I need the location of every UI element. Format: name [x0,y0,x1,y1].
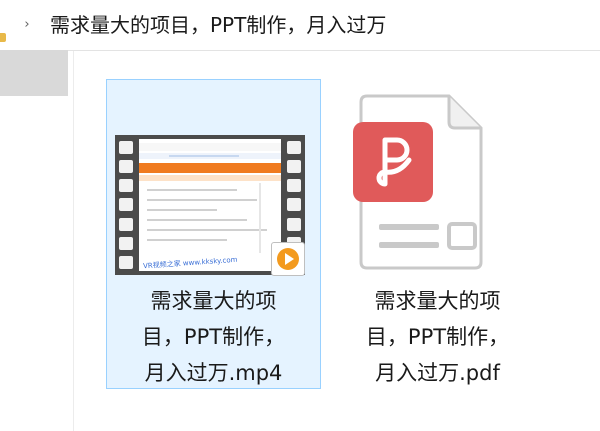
video-thumbnail-icon: VR视频之家 www.kksky.com [115,135,307,276]
nav-pane-selected-item[interactable] [0,50,68,96]
folder-icon [0,33,6,42]
file-name-label[interactable]: 需求量大的项 目，PPT制作， 月入过万.pdf [331,283,544,391]
media-player-badge-icon [271,242,305,276]
breadcrumb-chevron-icon[interactable]: › [20,17,34,33]
file-item-video[interactable]: VR视频之家 www.kksky.com 需求量大的项 目，PPT制作， 月入过… [106,79,321,389]
film-perforations-left [119,141,133,269]
address-bar[interactable]: › 需求量大的项目，PPT制作，月入过万 [0,0,600,51]
breadcrumb-current-folder[interactable]: 需求量大的项目，PPT制作，月入过万 [50,12,386,38]
thumbnail-watermark: VR视频之家 www.kksky.com [142,255,238,271]
navigation-pane [0,51,74,431]
video-frame-preview: VR视频之家 www.kksky.com [139,139,281,271]
pdf-file-icon [353,94,483,270]
file-name-label[interactable]: 需求量大的项 目，PPT制作， 月入过万.mp4 [107,283,320,391]
file-item-pdf[interactable]: 需求量大的项 目，PPT制作， 月入过万.pdf [330,79,545,389]
